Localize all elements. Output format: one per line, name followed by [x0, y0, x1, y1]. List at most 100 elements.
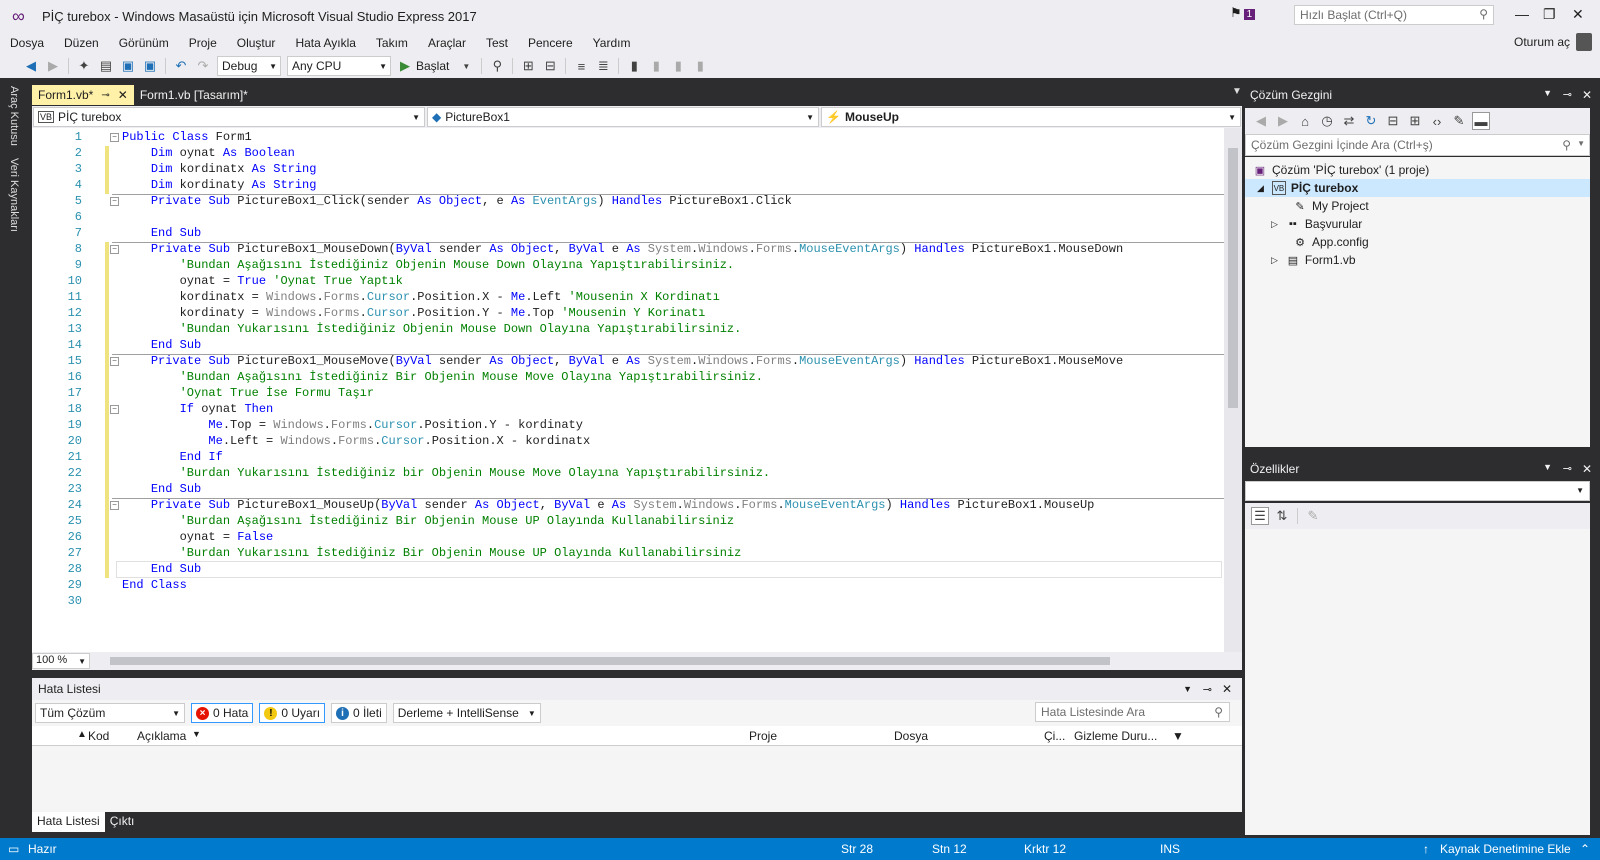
code-line[interactable]: 17 'Oynat True İse Formu Taşır: [32, 386, 1224, 402]
sync-icon[interactable]: ⇄: [1340, 112, 1358, 130]
code-line[interactable]: 19 Me.Top = Windows.Forms.Cursor.Positio…: [32, 418, 1224, 434]
code-line[interactable]: 14 End Sub: [32, 338, 1224, 354]
open-file-icon[interactable]: ▤: [97, 57, 115, 75]
code-line[interactable]: 6: [32, 210, 1224, 226]
menu-duzen[interactable]: Düzen: [54, 36, 109, 50]
comment-icon[interactable]: ≡: [572, 57, 590, 75]
build-filter-select[interactable]: Derleme + IntelliSense ▼: [392, 703, 541, 723]
panel-menu-icon[interactable]: ▼: [1183, 684, 1192, 694]
code-line[interactable]: 11 kordinatx = Windows.Forms.Cursor.Posi…: [32, 290, 1224, 306]
zoom-select[interactable]: 100 % ▼: [32, 653, 90, 669]
panel-menu-icon[interactable]: ▼: [1543, 88, 1552, 98]
back-icon[interactable]: ◀: [22, 57, 40, 75]
tab-overflow-icon[interactable]: ▼: [1232, 86, 1242, 97]
close-window-button[interactable]: ✕: [1572, 6, 1584, 23]
my-project-node[interactable]: ✎ My Project: [1293, 197, 1368, 215]
close-icon[interactable]: ✕: [1222, 682, 1232, 696]
data-sources-tab[interactable]: Veri Kaynakları: [8, 158, 20, 232]
code-area[interactable]: 1− Public Class Form1 2 Dim oynat As Boole…: [32, 128, 1224, 652]
class-view-icon[interactable]: ⊞: [519, 57, 537, 75]
forward-icon[interactable]: ▶: [44, 57, 62, 75]
code-line[interactable]: 26 oynat = False: [32, 530, 1224, 546]
code-editor[interactable]: 1− Public Class Form1 2 Dim oynat As Boole…: [32, 128, 1242, 652]
close-icon[interactable]: ✕: [1582, 462, 1592, 476]
solution-config-select[interactable]: Debug ▼: [217, 56, 281, 76]
clear-bookmarks-icon[interactable]: ▮: [691, 57, 709, 75]
code-line[interactable]: 7 End Sub: [32, 226, 1224, 242]
code-line[interactable]: 21 End If: [32, 450, 1224, 466]
refresh-icon[interactable]: ↻: [1362, 112, 1380, 130]
menu-pencere[interactable]: Pencere: [518, 36, 583, 50]
pin-icon[interactable]: ⊸: [101, 90, 109, 101]
scope-select[interactable]: Tüm Çözüm ▼: [35, 703, 185, 723]
col-gizleme[interactable]: Gizleme Duru...: [1074, 729, 1157, 743]
code-line[interactable]: 3 Dim kordinatx As String: [32, 162, 1224, 178]
bookmark-icon[interactable]: ▮: [625, 57, 643, 75]
form1-node[interactable]: ▷ ▤ Form1.vb: [1271, 251, 1356, 269]
messages-filter-button[interactable]: i0 İleti: [331, 703, 387, 723]
menu-takim[interactable]: Takım: [366, 36, 418, 50]
pending-changes-icon[interactable]: ◷: [1318, 112, 1336, 130]
categorized-icon[interactable]: ☰: [1251, 507, 1269, 525]
code-line[interactable]: 12 kordinaty = Windows.Forms.Cursor.Posi…: [32, 306, 1224, 322]
code-line[interactable]: 9 'Bundan Aşağısını İstediğiniz Objenin …: [32, 258, 1224, 274]
tab-form1-designer[interactable]: Form1.vb [Tasarım]*: [134, 85, 254, 105]
horizontal-scrollbar[interactable]: [110, 657, 1110, 665]
prev-bookmark-icon[interactable]: ▮: [647, 57, 665, 75]
collapse-all-icon[interactable]: ⊟: [1384, 112, 1402, 130]
code-line[interactable]: 5 − Private Sub PictureBox1_Click(sender …: [32, 194, 1224, 210]
next-bookmark-icon[interactable]: ▮: [669, 57, 687, 75]
preview-icon[interactable]: ▬: [1472, 112, 1490, 130]
alphabetical-icon[interactable]: ⇅: [1273, 507, 1291, 525]
collapse-icon[interactable]: −: [110, 357, 119, 366]
error-list-search[interactable]: Hata Listesinde Ara ⚲: [1035, 702, 1230, 722]
code-line[interactable]: 23 End Sub: [32, 482, 1224, 498]
panel-menu-icon[interactable]: ▼: [1543, 462, 1552, 472]
collapsed-icon[interactable]: ▷: [1271, 219, 1278, 230]
code-line[interactable]: 16 'Bundan Aşağısını İstediğiniz Bir Obj…: [32, 370, 1224, 386]
code-line[interactable]: 25 'Burdan Aşağısını İstediğiniz Bir Obj…: [32, 514, 1224, 530]
errors-filter-button[interactable]: × 0 Hata: [191, 703, 254, 723]
scroll-thumb[interactable]: [1228, 148, 1238, 408]
forward-icon[interactable]: ▶: [1274, 112, 1292, 130]
menu-yardim[interactable]: Yardım: [583, 36, 641, 50]
menu-olustur[interactable]: Oluştur: [227, 36, 286, 50]
sign-in-link[interactable]: Oturum aç: [1514, 35, 1570, 49]
save-all-icon[interactable]: ▣: [141, 57, 159, 75]
properties-icon[interactable]: ✎: [1450, 112, 1468, 130]
find-icon[interactable]: ⚲: [488, 57, 506, 75]
tab-error-list[interactable]: Hata Listesi: [32, 812, 105, 832]
source-control-button[interactable]: Kaynak Denetimine Ekle: [1440, 842, 1571, 856]
start-button[interactable]: Başlat: [416, 59, 449, 73]
maximize-button[interactable]: ❐: [1543, 6, 1556, 23]
start-dropdown-icon[interactable]: ▼: [457, 57, 475, 75]
code-line[interactable]: 4 Dim kordinaty As String: [32, 178, 1224, 194]
menu-test[interactable]: Test: [476, 36, 518, 50]
code-line[interactable]: 2 Dim oynat As Boolean: [32, 146, 1224, 162]
col-aciklama[interactable]: Açıklama: [137, 729, 186, 743]
filter-icon[interactable]: ▼: [1172, 729, 1184, 743]
code-line[interactable]: 30: [32, 594, 1224, 610]
object-dropdown[interactable]: ◆ PictureBox1 ▼: [427, 107, 819, 127]
close-icon[interactable]: ✕: [1582, 88, 1592, 102]
tab-form1-vb[interactable]: Form1.vb* ⊸ ✕: [32, 85, 134, 105]
code-line[interactable]: 15 − Private Sub PictureBox1_MouseMove(By…: [32, 354, 1224, 370]
start-icon[interactable]: ▶: [396, 57, 414, 75]
menu-dosya[interactable]: Dosya: [0, 36, 54, 50]
code-line[interactable]: 27 'Burdan Yukarısını İstediğiniz Bir Ob…: [32, 546, 1224, 562]
source-control-up-icon[interactable]: ⌃: [1580, 842, 1590, 856]
code-line[interactable]: 22 'Burdan Yukarısını İstediğiniz bir Ob…: [32, 466, 1224, 482]
code-line[interactable]: 20 Me.Left = Windows.Forms.Cursor.Positi…: [32, 434, 1224, 450]
warnings-filter-button[interactable]: ! 0 Uyarı: [259, 703, 326, 723]
tab-output[interactable]: Çıktı: [105, 812, 140, 832]
code-line[interactable]: 1 − Public Class Form1: [32, 130, 1224, 146]
solution-node[interactable]: ▣ Çözüm 'PİÇ turebox' (1 proje): [1253, 161, 1430, 179]
project-node[interactable]: ◢ VB PİÇ turebox: [1245, 179, 1590, 197]
menu-araclar[interactable]: Araçlar: [418, 36, 476, 50]
close-icon[interactable]: ✕: [118, 88, 128, 102]
minimize-button[interactable]: —: [1515, 6, 1529, 22]
undo-icon[interactable]: ↶: [172, 57, 190, 75]
code-line[interactable]: 8 − Private Sub PictureBox1_MouseDown(ByV…: [32, 242, 1224, 258]
collapse-icon[interactable]: −: [110, 197, 119, 206]
collapse-icon[interactable]: −: [110, 133, 119, 142]
